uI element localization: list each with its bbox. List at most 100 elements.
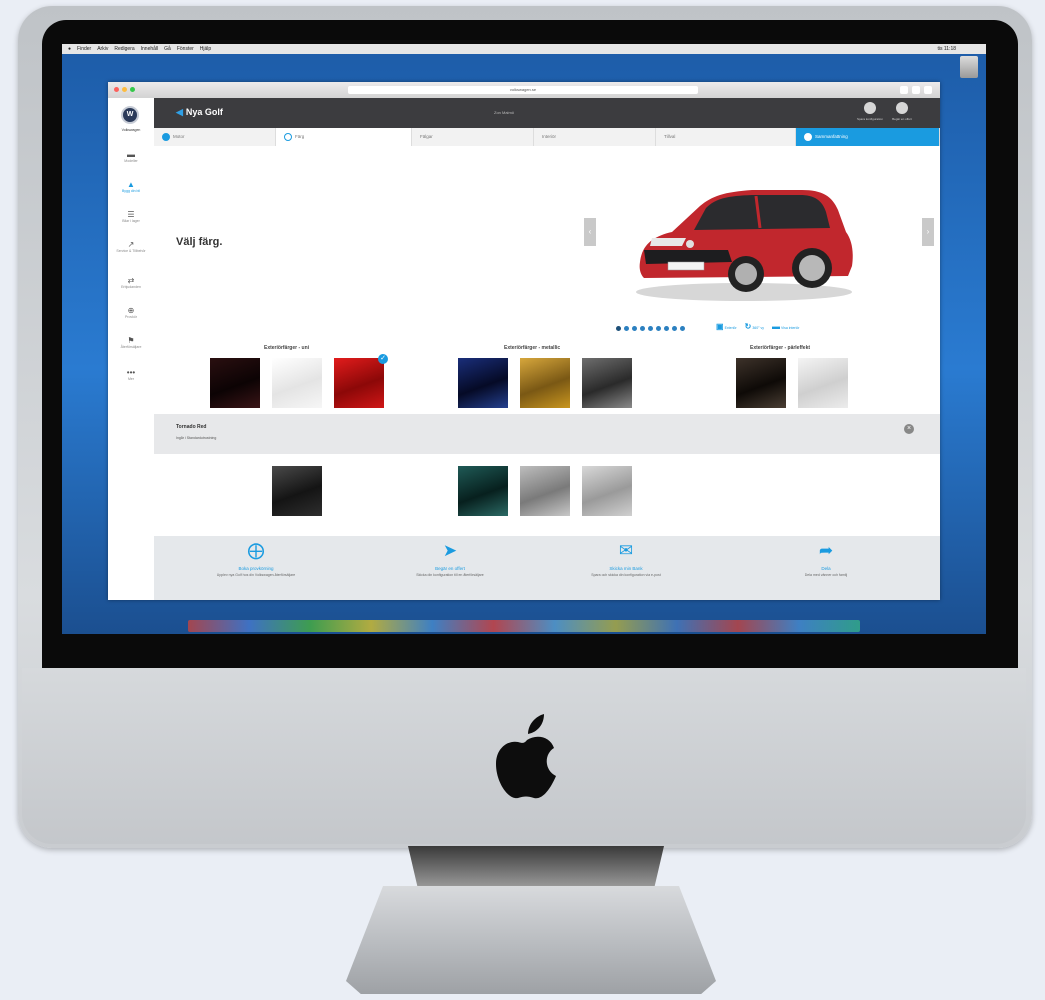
share-action[interactable]: ➦ Dela Dela med vänner och familj [746,540,906,577]
view-interior-link[interactable]: ▬Visa interiör [772,322,799,331]
mail-icon: ✉ [618,541,634,560]
link-label: Exteriör [724,326,737,330]
save-icon[interactable] [864,102,876,114]
pager-dot[interactable] [680,326,685,331]
back-button[interactable]: ◀ Nya Golf [176,107,223,118]
action-footer: ⨁ Boka provkörning Upplev nya Golf hos din… [154,536,940,600]
next-image-button[interactable]: › [922,218,934,246]
color-swatch[interactable] [210,358,260,408]
step-label: Färg [295,134,305,139]
menubar-item[interactable]: Finder [77,46,91,52]
color-swatch[interactable] [272,466,322,516]
zoom-window-button[interactable] [130,87,135,92]
sidebar-item-mer[interactable]: ••• Mer [110,368,152,381]
color-swatch[interactable] [458,358,508,408]
offer-icon[interactable] [896,102,908,114]
pager-dot[interactable] [664,326,669,331]
color-swatch[interactable] [520,358,570,408]
pager-dot[interactable] [632,326,637,331]
step-sammanfattning[interactable]: Sammanfattning [796,128,940,146]
dealer-icon: ⚑ [127,336,135,345]
model-name: Nya Golf [185,107,223,117]
hard-drive-icon[interactable] [960,56,978,78]
exterior-view-icon: ▣ [716,322,724,331]
apple-logo-icon [496,714,556,799]
os-dock[interactable] [188,620,860,632]
share-icon: ➦ [818,541,834,560]
menubar-item[interactable]: Gå [164,46,171,52]
pager-dot[interactable] [624,326,629,331]
desktop-screen: ● Finder Arkiv Redigera Innehåll Gå Föns… [62,44,986,634]
prev-image-button[interactable]: ‹ [584,218,596,246]
interior-view-icon: ▬ [772,322,781,331]
tabs-button[interactable] [912,86,920,94]
color-swatch[interactable] [520,466,570,516]
color-swatch-selected[interactable]: ✓ [334,354,388,408]
action-desc: Spara och skicka din konfiguration via e… [591,573,661,577]
stand-base [346,886,716,994]
new-tab-button[interactable] [924,86,932,94]
send-config-action[interactable]: ✉ Skicka min Bank Spara och skicka din kon… [546,540,706,577]
sidebar-item-aterforsaljare[interactable]: ⚑ Återförsäljare [110,336,152,349]
color-swatch[interactable] [582,358,632,408]
step-circle-icon [284,132,292,141]
step-label: Tillval [664,134,676,139]
sidebar-item-erbjudanden[interactable]: ⇄ Erbjudanden [110,276,152,289]
step-interior[interactable]: Interiör [534,128,656,146]
step-motor[interactable]: Motor [154,128,276,146]
vw-logo[interactable]: W [121,106,139,124]
step-falgar[interactable]: Fälgar [412,128,534,146]
zip-selector[interactable]: Zon Malmö [494,110,514,115]
apple-menu-icon[interactable]: ● [68,46,71,52]
action-title: Skicka min Bank [609,566,643,571]
sidebar-item-bygg[interactable]: ▲ Bygg din bil [110,180,152,193]
brand-name: Volkswagen [121,128,141,132]
share-page-button[interactable] [900,86,908,94]
close-window-button[interactable] [114,87,119,92]
color-swatch[interactable] [458,466,508,516]
site-header: ◀ Nya Golf Zon Malmö Spara konfiguration … [154,98,940,128]
color-swatch[interactable] [798,358,848,408]
menubar-item[interactable]: Fönster [177,46,194,52]
color-swatch[interactable] [736,358,786,408]
menubar-item[interactable]: Hjälp [200,46,211,52]
build-car-icon: ▲ [127,180,135,189]
color-configurator: Välj färg. ‹ › ▣Exteriör ↻360° vy ▬Visa … [154,146,940,536]
pager-dot[interactable] [672,326,677,331]
step-tillval[interactable]: Tillval [656,128,796,146]
action-desc: Upplev nya Golf hos din Volkswagen-återf… [216,573,296,577]
request-offer-action[interactable]: ➤ Begär en offert Skicka din konfiguration… [370,540,530,577]
action-title: Dela [821,566,831,571]
minimize-window-button[interactable] [122,87,127,92]
pager-dot[interactable] [656,326,661,331]
page-title: Välj färg. [176,236,223,248]
step-label: Motor [173,134,185,139]
color-swatch[interactable] [582,466,632,516]
view-exterior-link[interactable]: ▣Exteriör [716,322,737,331]
menubar-item[interactable]: Redigera [114,46,134,52]
sidebar-item-modeller[interactable]: ▬ Modeller [110,150,152,163]
group-label-metallic: Exteriörfärger - metallic [504,345,561,351]
sidebar-item-lager[interactable]: ☰ Bilar i lager [110,210,152,223]
car-icon: ▬ [127,150,135,159]
summary-icon [804,132,812,141]
step-farg[interactable]: Färg [276,128,412,146]
address-bar[interactable]: volkswagen.se [348,86,698,94]
link-label: Visa interiör [781,326,800,330]
view-360-link[interactable]: ↻360° vy [745,322,764,331]
color-swatch[interactable] [272,358,322,408]
close-icon[interactable]: × [904,424,914,434]
link-label: 360° vy [752,326,765,330]
menubar-item[interactable]: Arkiv [97,46,108,52]
test-drive-action[interactable]: ⨁ Boka provkörning Upplev nya Golf hos din… [176,540,336,577]
sidebar-item-provkor[interactable]: ⊕ Provkör [110,306,152,319]
pager-dot[interactable] [616,326,621,331]
tag-icon: ➤ [442,541,458,560]
pager-dot[interactable] [640,326,645,331]
menubar-item[interactable]: Innehåll [141,46,159,52]
view-links: ▣Exteriör ↻360° vy ▬Visa interiör [716,322,799,331]
pager-dot[interactable] [648,326,653,331]
sidebar-item-service[interactable]: ↗ Service & Tillbehör [110,240,152,253]
rotate-360-icon: ↻ [744,322,752,331]
selected-color-panel: Tornado Red Ingår i Standardutrustning × [154,414,940,454]
